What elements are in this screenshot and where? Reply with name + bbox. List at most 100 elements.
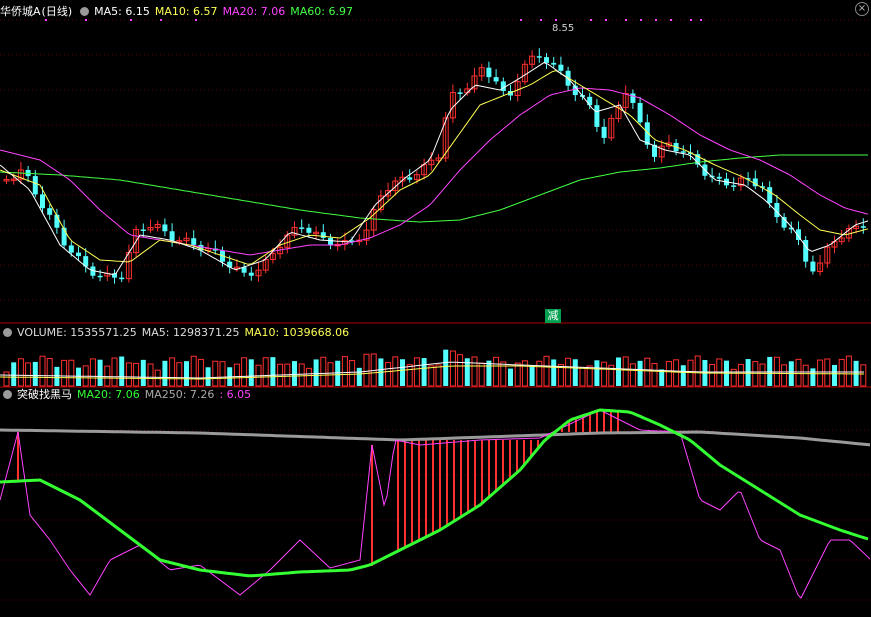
volume-bar <box>341 356 348 387</box>
candle-body <box>119 277 125 280</box>
volume-bar <box>385 362 392 387</box>
close-icon[interactable]: × <box>855 2 869 16</box>
volume-bar <box>292 361 297 386</box>
volume-bar <box>327 362 334 387</box>
volume-bar <box>781 364 788 387</box>
period-label[interactable]: (日线) <box>42 5 73 18</box>
indicator-settings-dot-icon[interactable] <box>3 390 12 399</box>
volume-bar <box>25 362 32 387</box>
volume-bar <box>471 356 478 387</box>
volume-bar <box>205 367 211 386</box>
volume-bar <box>212 360 219 387</box>
indicator-label: MA5: 6.15 <box>94 5 150 18</box>
candle-body <box>594 105 600 127</box>
candle-body <box>47 208 53 215</box>
volume-bar <box>298 363 305 387</box>
candle-body <box>716 176 722 179</box>
candle-body <box>40 194 45 209</box>
candle-body <box>32 176 38 195</box>
volume-bar <box>543 355 550 387</box>
candle-body <box>860 226 866 228</box>
volume-bar <box>349 360 356 387</box>
indicator-label: MA250: 7.26 <box>144 388 215 401</box>
moving-average-lines <box>0 62 869 275</box>
settings-dot-icon[interactable] <box>80 7 90 16</box>
indicator-label: MA20: 7.06 <box>77 388 140 401</box>
indicator-label: MA5: 1298371.25 <box>141 326 240 339</box>
volume-bar <box>233 363 240 387</box>
stock-name[interactable]: 华侨城A <box>0 5 41 18</box>
candle-body <box>630 93 636 103</box>
signal-dot <box>690 19 692 21</box>
volume-bar <box>493 356 500 387</box>
volume-bar <box>737 363 744 387</box>
candle-body <box>407 177 413 180</box>
candle-body <box>558 64 564 71</box>
volume-bar <box>32 361 38 386</box>
candle-body <box>162 224 168 232</box>
volume-bar <box>579 367 586 387</box>
indicator-label: MA10: 1039668.06 <box>244 326 350 339</box>
signal-dot <box>700 19 702 21</box>
volume-bar <box>551 359 557 386</box>
signal-dot <box>670 19 672 21</box>
indicator-label: MA60: 6.97 <box>290 5 353 18</box>
volume-bar <box>709 364 716 387</box>
volume-bar <box>428 365 435 387</box>
volume-bar <box>356 367 362 386</box>
candle-body <box>536 56 542 58</box>
volume-bar <box>629 363 636 387</box>
volume-bar <box>190 355 197 387</box>
volume-bar <box>320 356 327 387</box>
candle-body <box>731 185 737 187</box>
volume-bar <box>594 360 600 386</box>
volume-bar <box>673 359 680 387</box>
volume-bar <box>651 363 658 387</box>
candlestick-series[interactable] <box>3 48 866 284</box>
indicator-label: : 6.05 <box>219 388 252 401</box>
volume-panel-header: VOLUME: 1535571.25 MA5: 1298371.25 MA10: 1… <box>0 325 359 341</box>
candle-body <box>306 227 312 233</box>
volume-bar <box>759 363 766 387</box>
volume-bar <box>443 349 449 386</box>
candle-body <box>601 126 607 138</box>
peak-price-label: 8.55 <box>552 23 575 34</box>
volume-bar <box>536 360 543 387</box>
signal-dot <box>590 19 592 21</box>
candle-body <box>68 245 74 253</box>
indicator-name[interactable]: 突破找黑马 <box>17 388 72 401</box>
volume-bar <box>637 360 643 386</box>
volume-bar <box>3 371 10 387</box>
candle-body <box>76 252 81 257</box>
volume-bar <box>832 364 837 386</box>
candle-body <box>680 151 686 153</box>
grid-lines <box>0 19 871 601</box>
candle-body <box>810 261 816 272</box>
volume-bar <box>363 353 370 387</box>
volume-bar <box>305 367 312 387</box>
volume-bar <box>54 366 60 386</box>
volume-bar <box>795 358 802 387</box>
signal-dot <box>555 19 557 21</box>
volume-bar <box>46 358 53 387</box>
volume-bar <box>133 362 140 387</box>
volume-settings-dot-icon[interactable] <box>3 328 12 337</box>
signal-dot <box>625 19 627 21</box>
signal-dot <box>520 19 522 21</box>
volume-bar <box>104 365 111 387</box>
stock-chart[interactable] <box>0 0 871 617</box>
candle-body <box>61 227 67 246</box>
volume-bar <box>39 355 46 387</box>
indicator-lines <box>0 408 871 599</box>
candle-body <box>97 275 103 278</box>
volume-bar <box>572 359 578 386</box>
volume-bar <box>169 357 176 387</box>
candle-body <box>493 77 499 82</box>
volume-bar <box>802 364 809 387</box>
signal-dot <box>605 19 607 21</box>
volume-bar <box>622 356 629 387</box>
volume-bar <box>111 357 118 387</box>
candle-body <box>637 102 643 123</box>
indicator-breakout-bars <box>17 410 619 566</box>
candle-body <box>169 231 175 241</box>
